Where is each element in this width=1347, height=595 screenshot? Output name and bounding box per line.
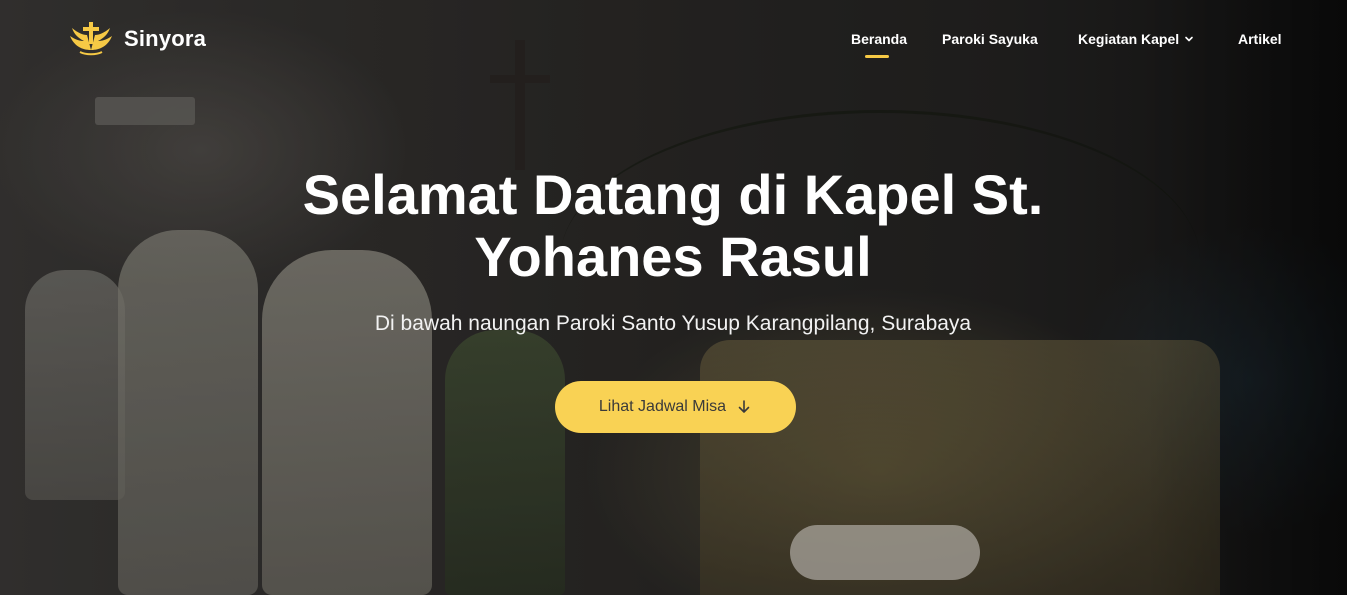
view-mass-schedule-button[interactable]: Lihat Jadwal Misa xyxy=(555,381,796,433)
navbar: Sinyora Beranda Paroki Sayuka Kegiatan K… xyxy=(0,0,1347,78)
chevron-down-icon xyxy=(1185,36,1193,42)
nav-item-beranda[interactable]: Beranda xyxy=(851,31,907,47)
hero-subtitle: Di bawah naungan Paroki Santo Yusup Kara… xyxy=(374,312,972,335)
nav-item-paroki-sayuka[interactable]: Paroki Sayuka xyxy=(942,31,1038,47)
nav-active-indicator xyxy=(865,55,889,58)
cross-wings-logo-icon xyxy=(70,22,112,56)
cta-label: Lihat Jadwal Misa xyxy=(598,398,727,415)
hero-title-line-1: Selamat Datang di Kapel St. xyxy=(302,163,1044,226)
nav-item-kegiatan-label: Kegiatan Kapel xyxy=(1078,31,1180,47)
hero-background xyxy=(0,0,1347,595)
nav-item-artikel[interactable]: Artikel xyxy=(1238,31,1282,47)
hero-overlay xyxy=(0,0,1347,595)
brand-name: Sinyora xyxy=(124,26,207,51)
hero-title: Selamat Datang di Kapel St. Yohanes Rasu… xyxy=(233,164,1113,288)
hero-title-line-2: Yohanes Rasul xyxy=(474,225,872,288)
arrow-down-icon xyxy=(738,400,750,413)
nav-item-kegiatan-kapel[interactable]: Kegiatan Kapel xyxy=(1078,31,1194,47)
brand-link[interactable]: Sinyora xyxy=(68,20,206,58)
